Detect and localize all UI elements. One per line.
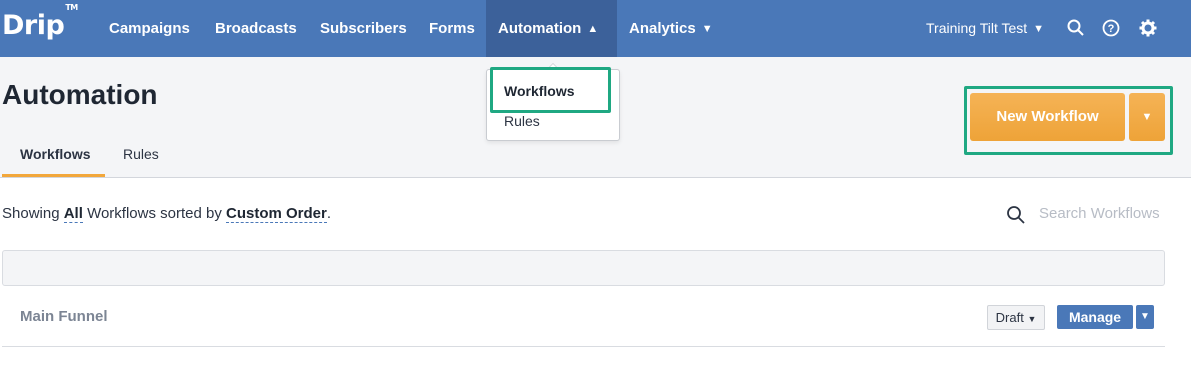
new-workflow-button[interactable]: New Workflow <box>970 93 1125 141</box>
search-icon[interactable] <box>1067 19 1085 37</box>
scope-filter[interactable]: All <box>63 205 83 223</box>
new-workflow-dropdown-button[interactable]: ▼ <box>1129 93 1165 141</box>
tab-rules[interactable]: Rules <box>123 146 159 162</box>
nav-forms[interactable]: Forms <box>429 0 475 57</box>
sort-filter[interactable]: Custom Order <box>226 205 327 223</box>
page-title: Automation <box>2 79 158 110</box>
chevron-down-icon: ▼ <box>701 23 713 35</box>
top-navbar: DripTM Campaigns Broadcasts Subscribers … <box>0 0 1191 57</box>
drip-logo[interactable]: DripTM <box>2 3 78 46</box>
workflow-name[interactable]: Main Funnel <box>20 308 108 325</box>
table-row: Main Funnel Draft ▼ Manage ▼ <box>2 290 1165 347</box>
nav-analytics[interactable]: Analytics ▼ <box>629 0 713 57</box>
help-icon[interactable]: ? <box>1102 19 1120 37</box>
nav-subscribers[interactable]: Subscribers <box>320 0 407 57</box>
manage-button[interactable]: Manage <box>1057 305 1133 329</box>
chevron-down-icon: ▼ <box>1140 311 1150 322</box>
chevron-up-icon: ▲ <box>587 23 599 35</box>
chevron-down-icon: ▼ <box>1027 314 1037 324</box>
search-icon[interactable] <box>1006 205 1026 225</box>
automation-dropdown-menu: Workflows Rules <box>486 69 620 141</box>
menu-item-rules[interactable]: Rules <box>504 113 540 129</box>
chevron-down-icon: ▼ <box>1033 23 1045 35</box>
nav-campaigns[interactable]: Campaigns <box>109 0 190 57</box>
manage-dropdown-button[interactable]: ▼ <box>1136 305 1154 329</box>
menu-item-workflows[interactable]: Workflows <box>504 83 575 99</box>
status-dropdown[interactable]: Draft ▼ <box>987 305 1045 330</box>
filter-bar <box>2 250 1165 286</box>
gear-icon[interactable] <box>1139 19 1157 37</box>
nav-broadcasts[interactable]: Broadcasts <box>215 0 297 57</box>
tab-workflows[interactable]: Workflows <box>20 146 91 162</box>
chevron-down-icon: ▼ <box>1141 111 1153 123</box>
dropdown-caret-inner <box>548 64 558 69</box>
account-switcher[interactable]: Training Tilt Test ▼ <box>926 0 1044 57</box>
showing-summary: Showing All Workflows sorted by Custom O… <box>2 205 332 223</box>
active-tab-indicator <box>2 174 105 177</box>
search-input[interactable]: Search Workflows <box>1039 205 1160 222</box>
nav-automation[interactable]: Automation ▲ <box>486 0 617 57</box>
svg-text:?: ? <box>1108 23 1115 35</box>
